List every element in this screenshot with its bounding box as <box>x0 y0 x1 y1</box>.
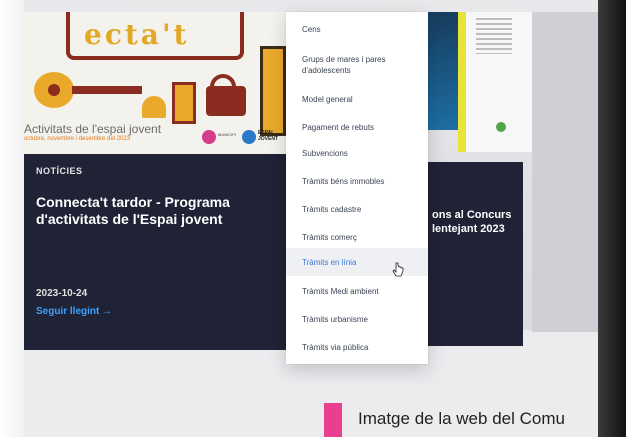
page-side-panel <box>532 12 598 332</box>
screen-bezel-left <box>0 0 24 437</box>
news-card[interactable]: NOTÍCIES Connecta't tardor - Programa d'… <box>24 154 288 350</box>
poster-thumbnail[interactable] <box>428 12 462 130</box>
cupcake-icon <box>142 96 166 118</box>
menu-item-tramits-comerc[interactable]: Tràmits comerç <box>286 232 428 243</box>
news-secondary-title-line2[interactable]: lentejant 2023 <box>432 222 522 236</box>
menu-item-tramits-via-publica[interactable]: Tràmits via pública <box>286 342 428 353</box>
municipal-logo-icon <box>202 130 216 144</box>
menu-item-subvencions[interactable]: Subvencions <box>286 148 428 159</box>
caption-marker <box>324 403 342 437</box>
banner-dates: octubre, novembre i desembre del 2023 <box>24 136 131 142</box>
event-banner[interactable]: ecta't Activitats de l'espai jovent octu… <box>24 12 288 154</box>
poster-logo-icon <box>496 122 506 132</box>
menu-item-grups-mares-pares[interactable]: Grups de mares i pares d'adolescents <box>286 54 406 76</box>
menu-item-tramits-medi-ambient[interactable]: Tràmits Medi ambient <box>286 286 428 297</box>
news-card-secondary[interactable]: ons al Concurs lentejant 2023 <box>428 162 523 346</box>
poster-stripe <box>458 12 466 152</box>
banner-title: ecta't <box>84 18 190 51</box>
menu-item-cens[interactable]: Cens <box>286 24 428 35</box>
guitar-hole-icon <box>48 84 60 96</box>
municipal-logo-text: MUNICIPI <box>218 132 236 137</box>
menu-item-tramits-cadastre[interactable]: Tràmits cadastre <box>286 204 428 215</box>
screen-bezel-right <box>598 0 626 437</box>
espai-jovent-logo-text: ESPAI JOVENT <box>258 130 279 142</box>
photo-scene: ecta't Activitats de l'espai jovent octu… <box>0 0 626 437</box>
news-secondary-title-line1[interactable]: ons al Concurs <box>432 208 522 222</box>
menu-item-tramits-urbanisme[interactable]: Tràmits urbanisme <box>286 314 428 325</box>
espai-jovent-logo-icon <box>242 130 256 144</box>
menu-item-pagament-rebuts[interactable]: Pagament de rebuts <box>286 122 428 133</box>
photo-caption: Imatge de la web del Comu <box>358 409 565 428</box>
movie-camera-icon <box>206 86 246 116</box>
news-date: 2023-10-24 <box>36 288 88 299</box>
film-strip-icon <box>260 46 286 136</box>
dropdown-menu: Cens Grups de mares i pares d'adolescent… <box>286 12 428 364</box>
poster-text-lines <box>476 18 512 54</box>
news-kicker: NOTÍCIES <box>36 166 83 176</box>
menu-item-model-general[interactable]: Model general <box>286 94 428 105</box>
menu-item-tramits-bens-immobles[interactable]: Tràmits béns immobles <box>286 176 428 187</box>
menu-item-tramits-en-linia[interactable]: Tràmits en línia <box>286 248 428 276</box>
news-title[interactable]: Connecta't tardor - Programa d'activitat… <box>36 194 276 228</box>
hand-cursor-icon <box>392 262 404 277</box>
read-more-link[interactable]: Seguir llegint → <box>36 306 112 317</box>
guitar-neck-icon <box>72 86 142 94</box>
banner-subtitle: Activitats de l'espai jovent <box>24 122 162 136</box>
drink-glass-icon <box>172 82 196 124</box>
